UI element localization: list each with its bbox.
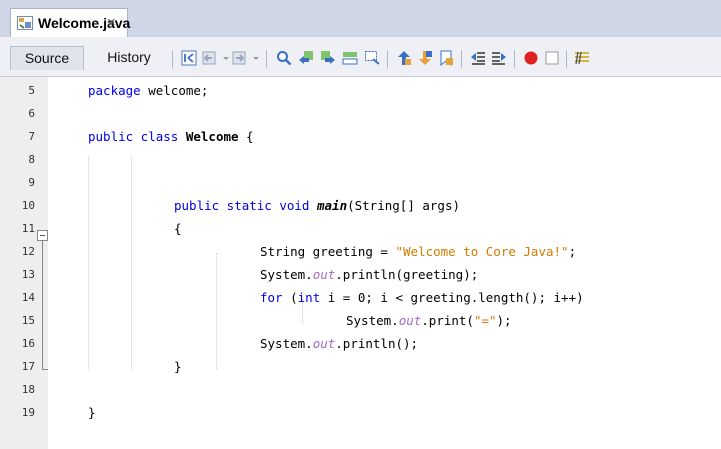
stop-macro-icon[interactable] — [544, 50, 560, 66]
line-number: 17 — [21, 360, 35, 373]
start-macro-icon[interactable] — [523, 50, 539, 66]
code-line-15: System.out.print("="); — [346, 313, 512, 328]
code-text: System. — [346, 313, 399, 328]
toolbar-separator — [461, 50, 462, 68]
code-line-16: System.out.println(); — [260, 336, 418, 351]
line-number: 7 — [28, 130, 35, 143]
code-text: System. — [260, 267, 313, 282]
line-number: 8 — [28, 153, 35, 166]
tab-source[interactable]: Source — [10, 46, 84, 70]
string-literal: "=" — [473, 313, 497, 328]
indent-guide — [216, 253, 217, 369]
indent-guide — [131, 157, 132, 370]
field-reference: out — [398, 313, 422, 328]
line-number-gutter: 5 6 7 8 9 10 11 12 13 14 15 16 17 18 19 — [0, 77, 48, 449]
keyword: public static void — [174, 198, 310, 213]
editor-toolbar: Source History — [0, 37, 721, 77]
next-bookmark-icon[interactable] — [417, 50, 433, 66]
forward-icon[interactable] — [232, 50, 248, 66]
code-text: System. — [260, 336, 313, 351]
find-selection-icon[interactable] — [342, 50, 358, 66]
collapse-icon — [40, 235, 45, 236]
code-text: welcome; — [140, 83, 209, 98]
code-text: { — [238, 129, 254, 144]
tab-history[interactable]: History — [96, 46, 162, 70]
tab-title: Welcome.java — [38, 15, 131, 31]
toggle-highlight-icon[interactable] — [364, 50, 380, 66]
chevron-down-icon[interactable] — [221, 50, 231, 66]
comment-icon[interactable] — [574, 50, 590, 66]
editor-tab-bar: Welcome.java × — [0, 0, 721, 37]
toolbar-separator — [266, 50, 267, 68]
java-file-icon — [17, 16, 33, 30]
method-name: main — [317, 198, 348, 213]
toolbar-separator — [172, 50, 173, 68]
line-number: 5 — [28, 84, 35, 97]
line-number: 12 — [21, 245, 35, 258]
keyword: package — [88, 83, 141, 98]
line-number: 11 — [21, 222, 35, 235]
keyword: int — [297, 290, 321, 305]
line-number: 6 — [28, 107, 35, 120]
toolbar-separator — [514, 50, 515, 68]
close-icon[interactable]: × — [107, 14, 116, 31]
string-literal: "Welcome to Core Java!" — [395, 244, 569, 259]
code-line-7: public class Welcome { — [88, 129, 254, 144]
fold-end-marker — [42, 369, 48, 370]
code-line-12: String greeting = "Welcome to Core Java!… — [260, 244, 576, 259]
find-previous-icon[interactable] — [298, 50, 314, 66]
code-text: i = 0; i < greeting.length(); i++) — [320, 290, 584, 305]
keyword: for — [260, 290, 283, 305]
line-number: 16 — [21, 337, 35, 350]
code-text: .print( — [421, 313, 474, 328]
previous-bookmark-icon[interactable] — [396, 50, 412, 66]
code-text: .println(); — [335, 336, 419, 351]
code-line-19: } — [88, 405, 96, 420]
line-number: 18 — [21, 383, 35, 396]
code-text: ); — [496, 313, 512, 328]
chevron-down-icon[interactable] — [251, 50, 261, 66]
code-line-11: { — [174, 221, 182, 236]
last-edit-icon[interactable] — [181, 50, 197, 66]
code-editor[interactable]: 5 6 7 8 9 10 11 12 13 14 15 16 17 18 19 … — [0, 77, 721, 449]
code-line-17: } — [174, 359, 182, 374]
find-next-icon[interactable] — [320, 50, 336, 66]
field-reference: out — [312, 267, 336, 282]
back-icon[interactable] — [202, 50, 218, 66]
line-number: 14 — [21, 291, 35, 304]
code-line-14: for (int i = 0; i < greeting.length(); i… — [260, 290, 584, 305]
line-number: 9 — [28, 176, 35, 189]
line-number: 15 — [21, 314, 35, 327]
shift-left-icon[interactable] — [470, 50, 486, 66]
keyword: public class — [88, 129, 179, 144]
fold-range-line — [42, 241, 43, 369]
toolbar-separator — [566, 50, 567, 68]
code-line-10: public static void main(String[] args) — [174, 198, 460, 213]
code-line-5: package welcome; — [88, 83, 208, 98]
toolbar-separator — [387, 50, 388, 68]
code-line-13: System.out.println(greeting); — [260, 267, 478, 282]
class-name: Welcome — [185, 129, 239, 144]
code-text: String greeting = — [260, 244, 396, 259]
code-text: (String[] args) — [347, 198, 460, 213]
line-number: 13 — [21, 268, 35, 281]
code-text: .println(greeting); — [335, 267, 479, 282]
tab-welcome-java[interactable]: Welcome.java × — [10, 8, 131, 37]
code-text: ( — [282, 290, 298, 305]
field-reference: out — [312, 336, 336, 351]
toggle-bookmark-icon[interactable] — [438, 50, 454, 66]
indent-guide — [88, 157, 89, 370]
line-number: 10 — [21, 199, 35, 212]
code-text: ; — [568, 244, 577, 259]
fold-toggle[interactable] — [37, 230, 48, 241]
line-number: 19 — [21, 406, 35, 419]
find-icon[interactable] — [276, 50, 292, 66]
shift-right-icon[interactable] — [491, 50, 507, 66]
